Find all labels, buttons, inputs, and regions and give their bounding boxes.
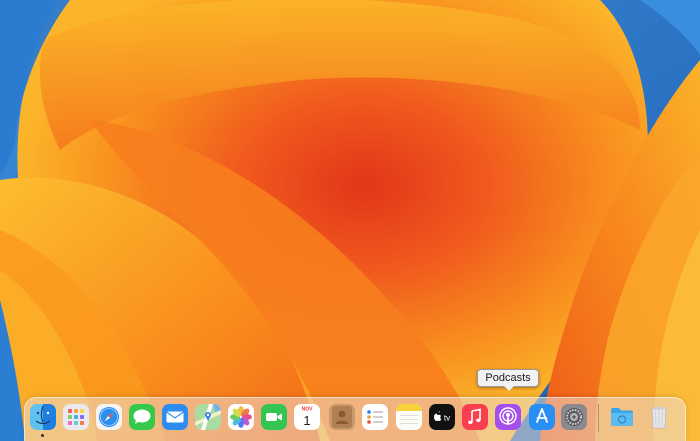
dock-item-launchpad[interactable] xyxy=(63,404,89,430)
finder-running-indicator xyxy=(41,434,44,437)
dock-item-maps[interactable] xyxy=(195,404,221,430)
dock-item-calendar[interactable]: NOV 1 xyxy=(294,404,320,430)
dock-item-facetime[interactable] xyxy=(261,404,287,430)
launchpad-icon xyxy=(63,404,89,430)
mail-icon xyxy=(162,404,188,430)
dock-item-notes[interactable] xyxy=(396,404,422,430)
dock-item-app-store[interactable] xyxy=(529,404,555,430)
facetime-icon xyxy=(261,404,287,430)
dock-item-mail[interactable] xyxy=(162,404,188,430)
dock-tooltip-arrow xyxy=(504,386,514,391)
folder-icon xyxy=(611,408,633,426)
calendar-icon: NOV 1 xyxy=(294,404,320,430)
dock-item-music[interactable] xyxy=(462,404,488,430)
dock-tooltip: Podcasts xyxy=(477,369,539,387)
dock-item-finder[interactable] xyxy=(30,404,56,430)
system-settings-icon xyxy=(561,404,587,430)
calendar-day: 1 xyxy=(303,413,310,428)
notes-icon xyxy=(396,404,422,430)
dock-item-tv[interactable]: tv xyxy=(429,404,455,430)
tv-label: tv xyxy=(444,414,450,423)
photos-icon xyxy=(228,404,254,430)
dock-item-messages[interactable] xyxy=(129,404,155,430)
contacts-icon xyxy=(329,404,355,430)
dock-separator xyxy=(598,404,599,432)
dock-item-reminders[interactable] xyxy=(362,404,388,430)
finder-icon xyxy=(30,404,56,430)
dock-item-trash[interactable] xyxy=(646,404,672,430)
apple-tv-icon: tv xyxy=(429,404,455,430)
maps-icon xyxy=(195,404,221,430)
music-icon xyxy=(462,404,488,430)
trash-icon xyxy=(651,407,667,429)
dock-item-system-settings[interactable] xyxy=(561,404,587,430)
dock-item-podcasts[interactable] xyxy=(495,404,521,430)
dock-item-safari[interactable] xyxy=(96,404,122,430)
dock-item-photos[interactable] xyxy=(228,404,254,430)
podcasts-icon xyxy=(495,404,521,430)
reminders-icon xyxy=(362,404,388,430)
messages-icon xyxy=(129,404,155,430)
desktop-wallpaper xyxy=(0,0,700,441)
calendar-month: NOV xyxy=(302,407,314,413)
dock-item-downloads[interactable] xyxy=(609,404,635,430)
dock-item-contacts[interactable] xyxy=(329,404,355,430)
app-store-icon xyxy=(529,404,555,430)
safari-icon xyxy=(96,404,122,430)
